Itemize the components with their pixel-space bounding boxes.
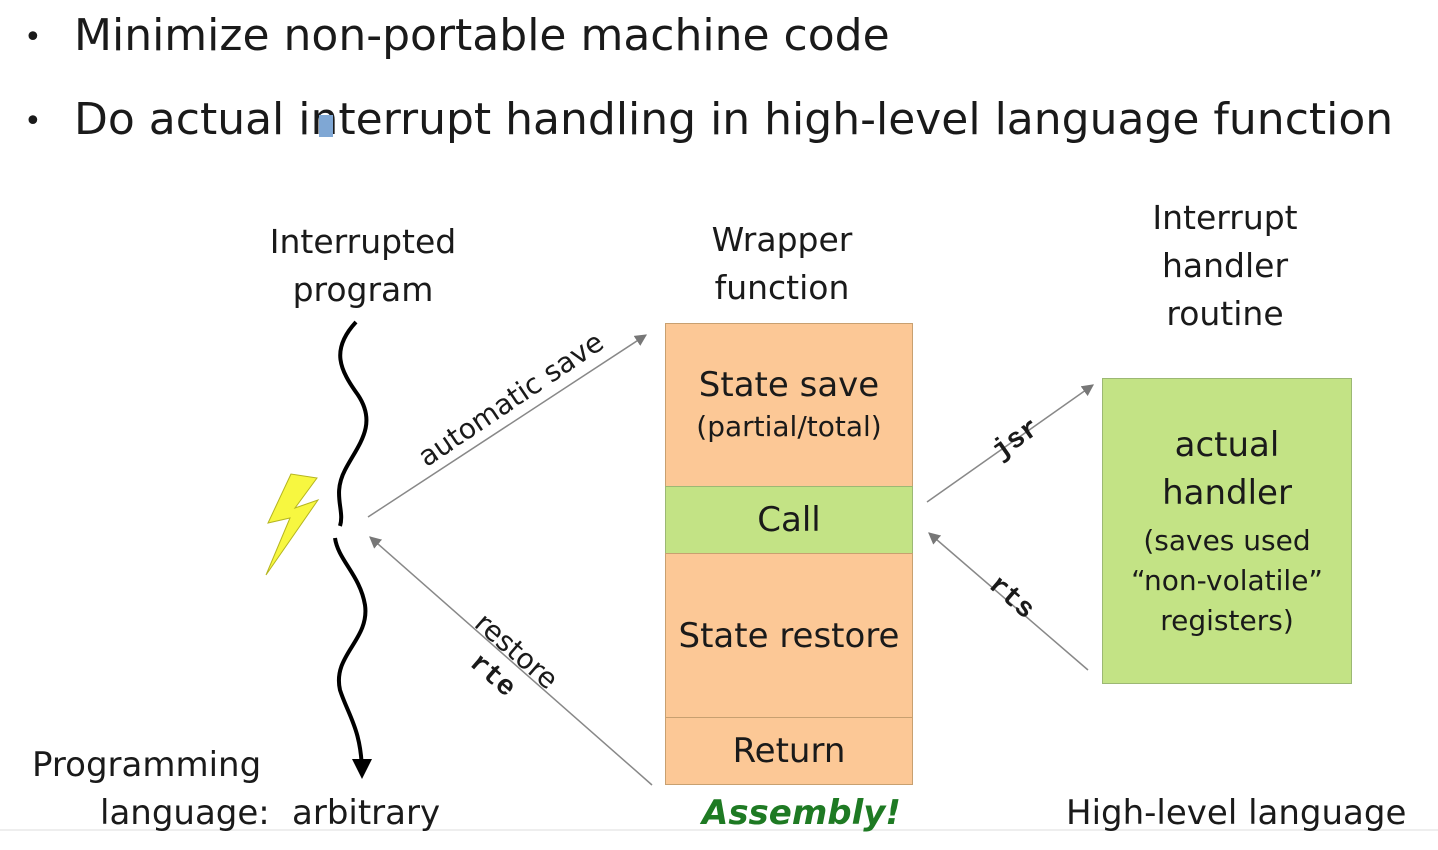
automatic-save-arrow [367, 334, 648, 518]
assembly-label: Assembly! [702, 793, 901, 833]
program-flow-lower [333, 537, 372, 779]
high-level-language-label: High-level language [1066, 793, 1407, 833]
lightning-icon [265, 473, 320, 576]
program-flow-upper [337, 320, 369, 527]
arbitrary-label: arbitrary [292, 793, 441, 833]
programming-language-label-2: language: [100, 793, 270, 833]
programming-language-label-1: Programming [32, 745, 262, 785]
diagram-lines [0, 320, 1438, 831]
